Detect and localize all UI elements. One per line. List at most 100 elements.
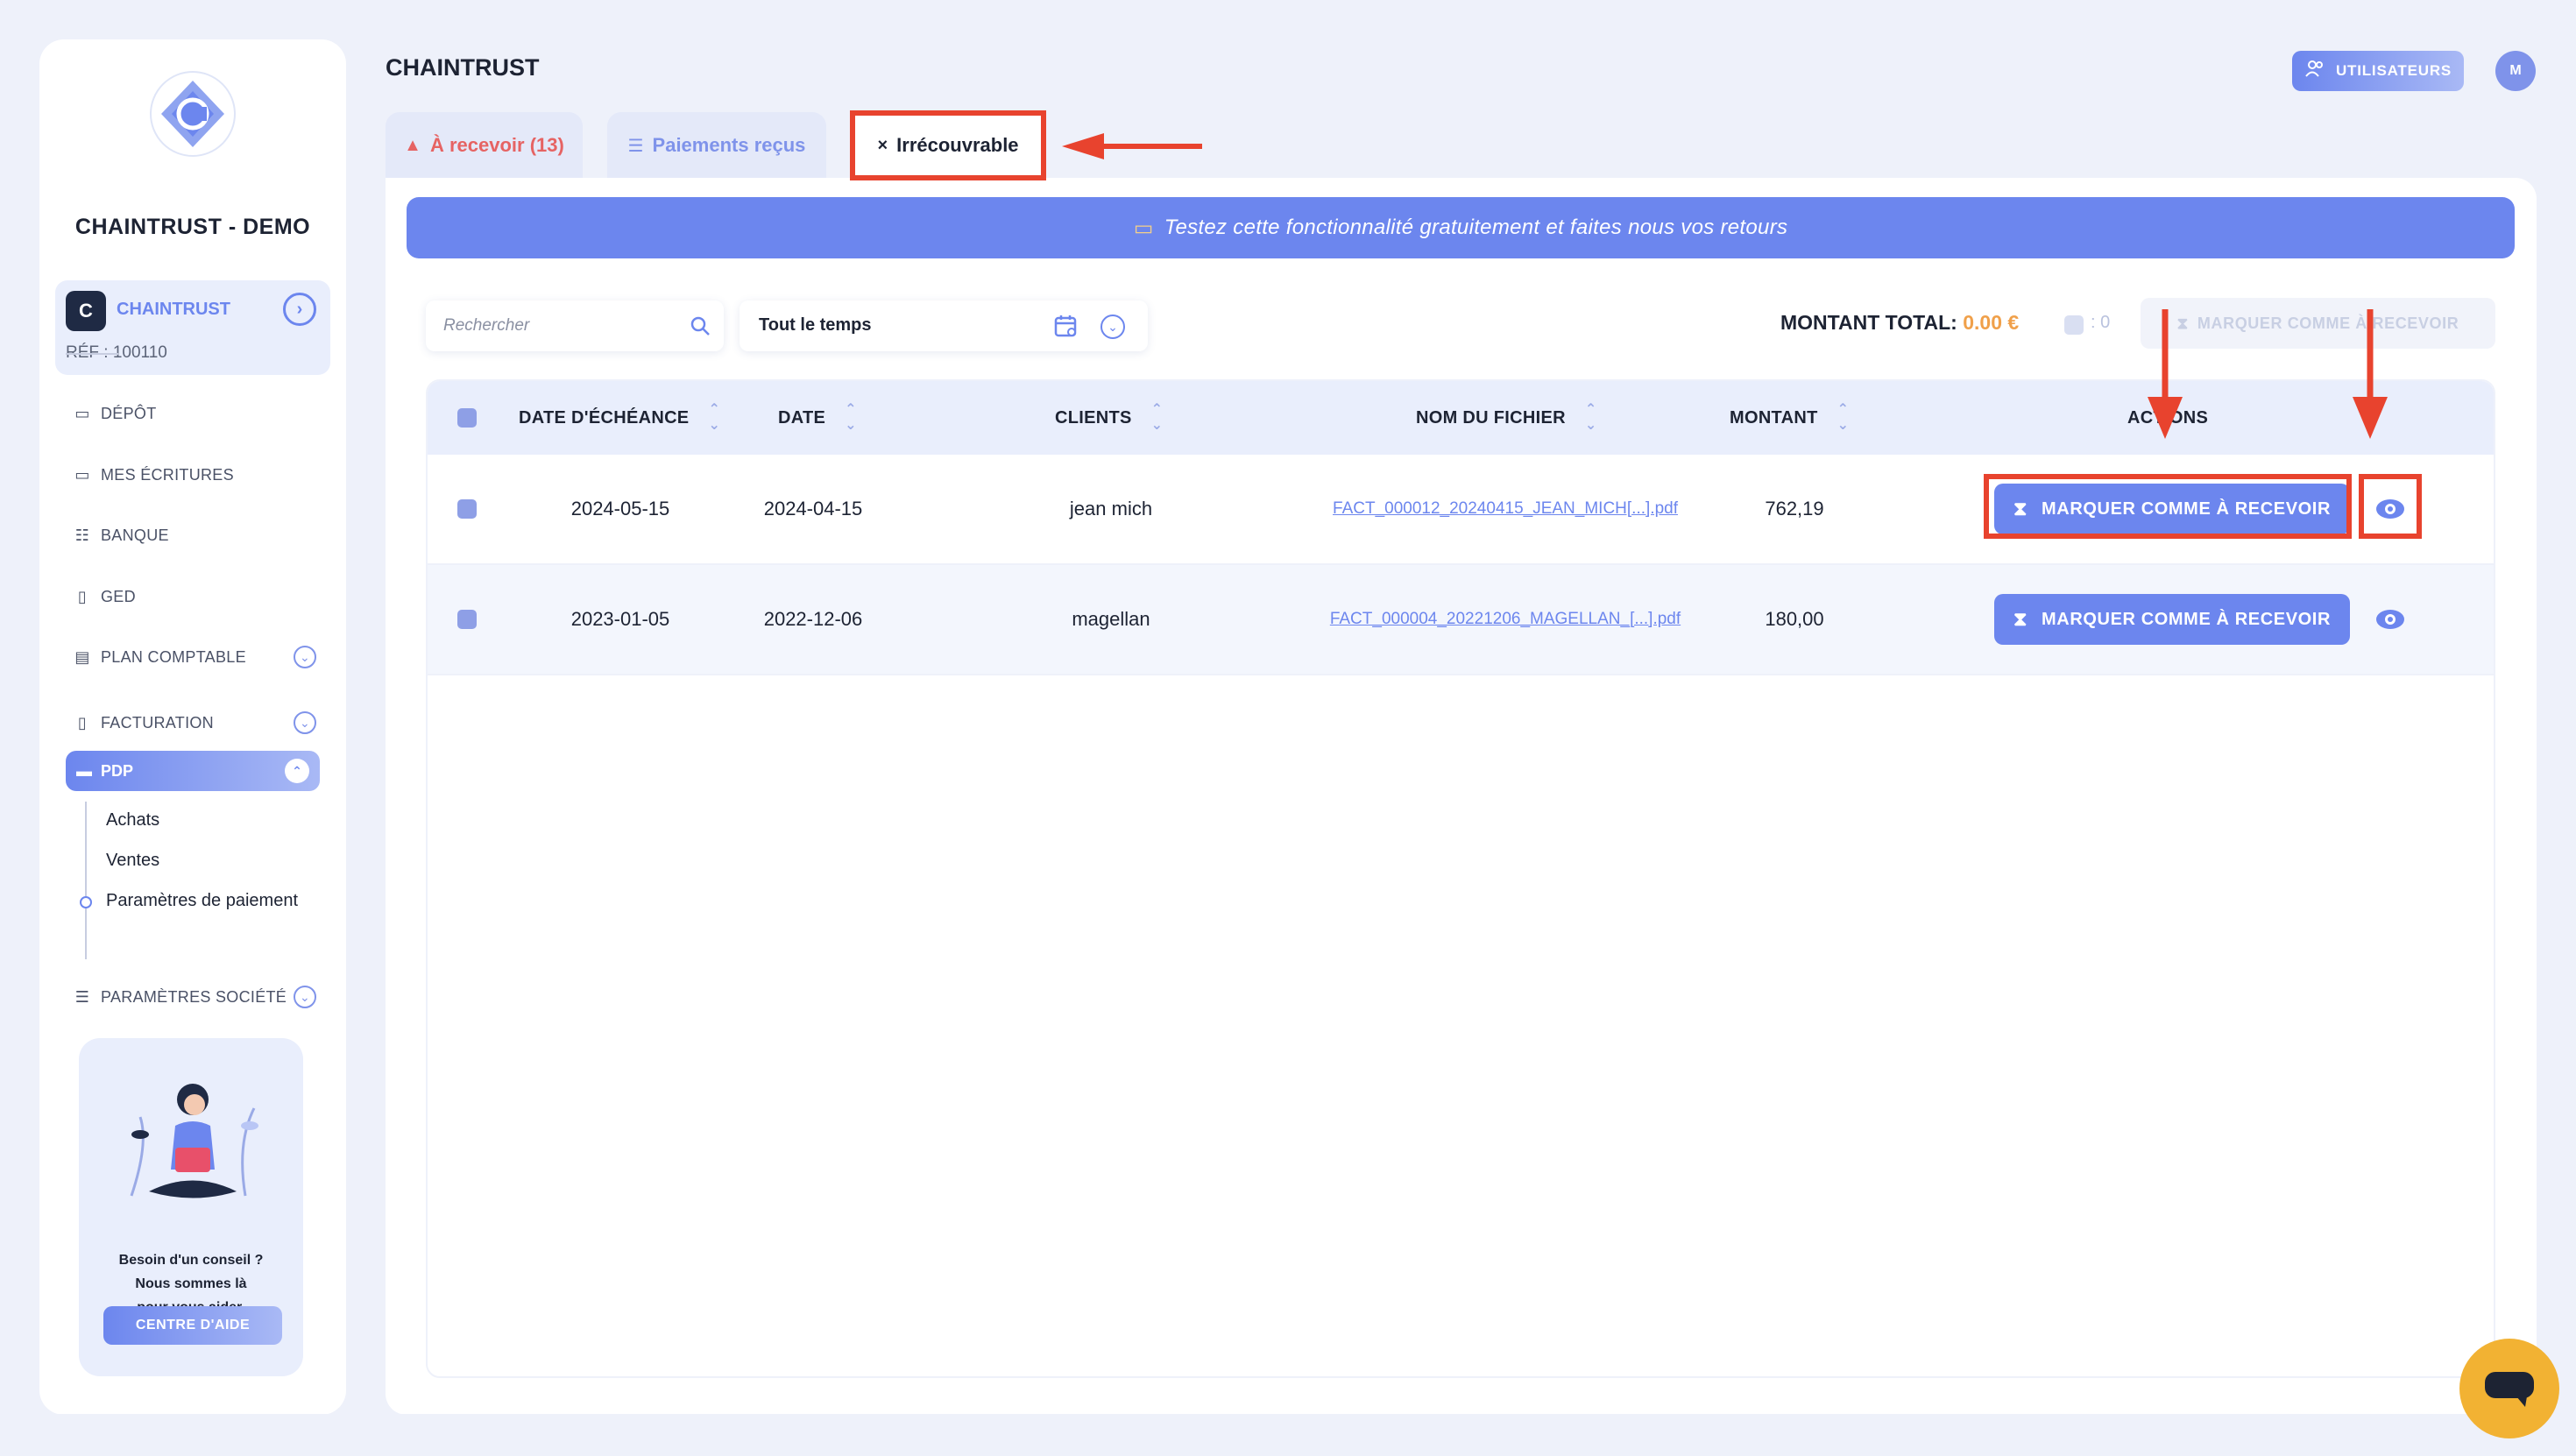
account-avatar: C xyxy=(66,291,106,331)
selection-count: : 0 xyxy=(2091,313,2111,332)
table-row: 2023-01-05 2022-12-06 magellan FACT_0000… xyxy=(428,565,2494,675)
sidebar-item-label: MES ÉCRITURES xyxy=(101,465,234,484)
chat-icon xyxy=(2485,1372,2534,1407)
sidebar-item-parametres-societe[interactable]: ☰ PARAMÈTRES SOCIÉTÉ ⌄ xyxy=(73,979,327,1015)
chevron-right-icon[interactable]: › xyxy=(283,293,316,326)
subnav-item-ventes[interactable]: Ventes xyxy=(106,851,159,871)
tab-irrecouvrable[interactable]: × Irrécouvrable xyxy=(850,110,1046,180)
sort-icon[interactable]: ⌃ ⌄ xyxy=(1837,402,1850,434)
eye-icon[interactable] xyxy=(2374,608,2406,631)
chat-button[interactable] xyxy=(2459,1339,2559,1438)
sidebar-item-label: PDP xyxy=(101,761,134,780)
sidebar-item-label: DÉPÔT xyxy=(101,404,157,422)
warning-icon: ▲ xyxy=(404,135,421,155)
help-card: Besoin d'un conseil ? Nous sommes là pou… xyxy=(79,1038,303,1376)
ticket-icon: ▭ xyxy=(1133,216,1154,240)
users-button-label: UTILISATEURS xyxy=(2335,62,2452,79)
company-name: CHAINTRUST - DEMO xyxy=(74,215,311,239)
sort-icon[interactable]: ⌃ ⌄ xyxy=(1151,402,1164,434)
cell-due-date: 2024-05-15 xyxy=(570,498,670,519)
column-header-amount[interactable]: MONTANT ⌃ ⌄ xyxy=(1730,381,1849,455)
subnav-item-parametres-paiement[interactable]: Paramètres de paiement xyxy=(106,891,298,911)
sidebar-item-label: PLAN COMPTABLE xyxy=(101,647,246,666)
search-input[interactable] xyxy=(443,300,671,351)
search-icon xyxy=(690,316,710,336)
sliders-icon: ☰ xyxy=(74,987,90,1006)
subnav-item-achats[interactable]: Achats xyxy=(106,810,159,830)
total-amount: MONTANT TOTAL: 0.00 € xyxy=(1780,311,2019,335)
cell-client: magellan xyxy=(1072,608,1150,630)
total-label: MONTANT TOTAL: xyxy=(1780,311,1957,334)
column-header-due-date[interactable]: DATE D'ÉCHÉANCE ⌃ ⌄ xyxy=(519,381,720,455)
chevron-down-icon[interactable]: ⌄ xyxy=(294,711,316,734)
search-box[interactable] xyxy=(426,300,724,351)
chevron-up-icon[interactable]: ⌃ xyxy=(285,759,309,783)
period-select[interactable]: Tout le temps ⌄ xyxy=(740,300,1148,351)
column-header-date[interactable]: DATE ⌃ ⌄ xyxy=(778,381,857,455)
sort-icon[interactable]: ⌃ ⌄ xyxy=(708,402,720,434)
selection-checkbox xyxy=(2064,315,2084,335)
row-checkbox[interactable] xyxy=(457,499,477,519)
sort-icon[interactable]: ⌃ ⌄ xyxy=(845,402,857,434)
sidebar-item-facturation[interactable]: ▯ FACTURATION ⌄ xyxy=(73,704,327,741)
column-label: DATE D'ÉCHÉANCE xyxy=(519,407,690,428)
users-icon xyxy=(2304,60,2325,82)
annotation-arrow-down xyxy=(2148,309,2183,439)
mark-button-label: MARQUER COMME À RECEVOIR xyxy=(2042,609,2331,629)
annotation-highlight-mark-button xyxy=(1984,474,2352,539)
payment-icon: ☰ xyxy=(627,136,644,156)
banner-text: Testez cette fonctionnalité gratuitement… xyxy=(1164,216,1788,239)
tab-paiements-recus[interactable]: ☰ Paiements reçus xyxy=(607,112,826,179)
page-title: CHAINTRUST xyxy=(386,54,540,81)
tab-label: Irrécouvrable xyxy=(896,134,1019,156)
user-avatar[interactable]: M xyxy=(2495,51,2536,91)
cell-file-link[interactable]: FACT_000012_20240415_JEAN_MICH[...].pdf xyxy=(1304,455,1707,563)
sidebar-item-label: BANQUE xyxy=(101,526,169,544)
row-checkbox[interactable] xyxy=(457,610,477,629)
calendar-icon[interactable] xyxy=(1053,313,1079,339)
cell-date: 2022-12-06 xyxy=(763,608,863,630)
sidebar-item-plan-comptable[interactable]: ▤ PLAN COMPTABLE ⌄ xyxy=(73,639,327,675)
close-icon: × xyxy=(877,135,888,155)
sort-icon[interactable]: ⌃ ⌄ xyxy=(1585,402,1597,434)
sidebar-item-label: PARAMÈTRES SOCIÉTÉ xyxy=(101,987,287,1006)
upload-icon: ▭ xyxy=(74,404,90,422)
cell-file-link[interactable]: FACT_000004_20221206_MAGELLAN_[...].pdf xyxy=(1304,565,1707,674)
column-header-file-name[interactable]: NOM DU FICHIER ⌃ ⌄ xyxy=(1416,381,1597,455)
annotation-highlight-eye-button xyxy=(2359,474,2422,539)
cell-amount: 762,19 xyxy=(1765,498,1824,519)
cell-amount: 180,00 xyxy=(1765,608,1824,630)
sidebar-item-depot[interactable]: ▭ DÉPÔT xyxy=(73,395,327,432)
help-center-button[interactable]: CENTRE D'AIDE xyxy=(103,1306,282,1345)
chevron-down-icon[interactable]: ⌄ xyxy=(1100,315,1125,339)
subnav-line xyxy=(85,802,87,959)
sidebar-item-label: FACTURATION xyxy=(101,713,214,732)
tab-a-recevoir[interactable]: ▲ À recevoir (13) xyxy=(386,112,583,179)
bank-icon: ☷ xyxy=(74,526,90,544)
bulk-button-label: MARQUER COMME À RECEVOIR xyxy=(2197,314,2459,332)
sidebar-item-ged[interactable]: ▯ GED xyxy=(73,578,327,615)
chevron-down-icon[interactable]: ⌄ xyxy=(294,986,316,1008)
sidebar-item-ecritures[interactable]: ▭ MES ÉCRITURES xyxy=(73,456,327,493)
annotation-arrow-left xyxy=(1062,133,1202,159)
invoices-table: DATE D'ÉCHÉANCE ⌃ ⌄ DATE ⌃ ⌄ CLIENTS ⌃ ⌄ NO… xyxy=(426,379,2495,1378)
account-name: CHAINTRUST xyxy=(117,300,230,319)
main-panel: ▭ Testez cette fonctionnalité gratuiteme… xyxy=(386,178,2537,1415)
help-line-2: Nous sommes là xyxy=(135,1276,247,1291)
cell-client: jean mich xyxy=(1069,498,1153,519)
column-label: MONTANT xyxy=(1730,407,1818,428)
cell-date: 2024-04-15 xyxy=(763,498,863,519)
chevron-down-icon[interactable]: ⌄ xyxy=(294,646,316,668)
bulk-mark-receivable-button[interactable]: ⧗ MARQUER COMME À RECEVOIR xyxy=(2141,298,2495,349)
users-button[interactable]: UTILISATEURS xyxy=(2292,51,2464,91)
invoice-icon: ▯ xyxy=(77,713,88,732)
select-all-checkbox[interactable] xyxy=(457,408,477,428)
column-header-clients[interactable]: CLIENTS ⌃ ⌄ xyxy=(1055,381,1163,455)
sidebar-item-pdp[interactable]: ▬ PDP ⌃ xyxy=(66,751,320,791)
tab-label: À recevoir (13) xyxy=(429,134,564,156)
sidebar: CHAINTRUST - DEMO C CHAINTRUST › RÉF : 1… xyxy=(39,39,346,1415)
account-card[interactable]: C CHAINTRUST › RÉF : 100110 xyxy=(55,280,330,375)
help-illustration xyxy=(130,1084,258,1198)
sidebar-item-banque[interactable]: ☷ BANQUE xyxy=(73,517,327,554)
mark-receivable-button[interactable]: ⧗ MARQUER COMME À RECEVOIR xyxy=(1994,594,2350,645)
